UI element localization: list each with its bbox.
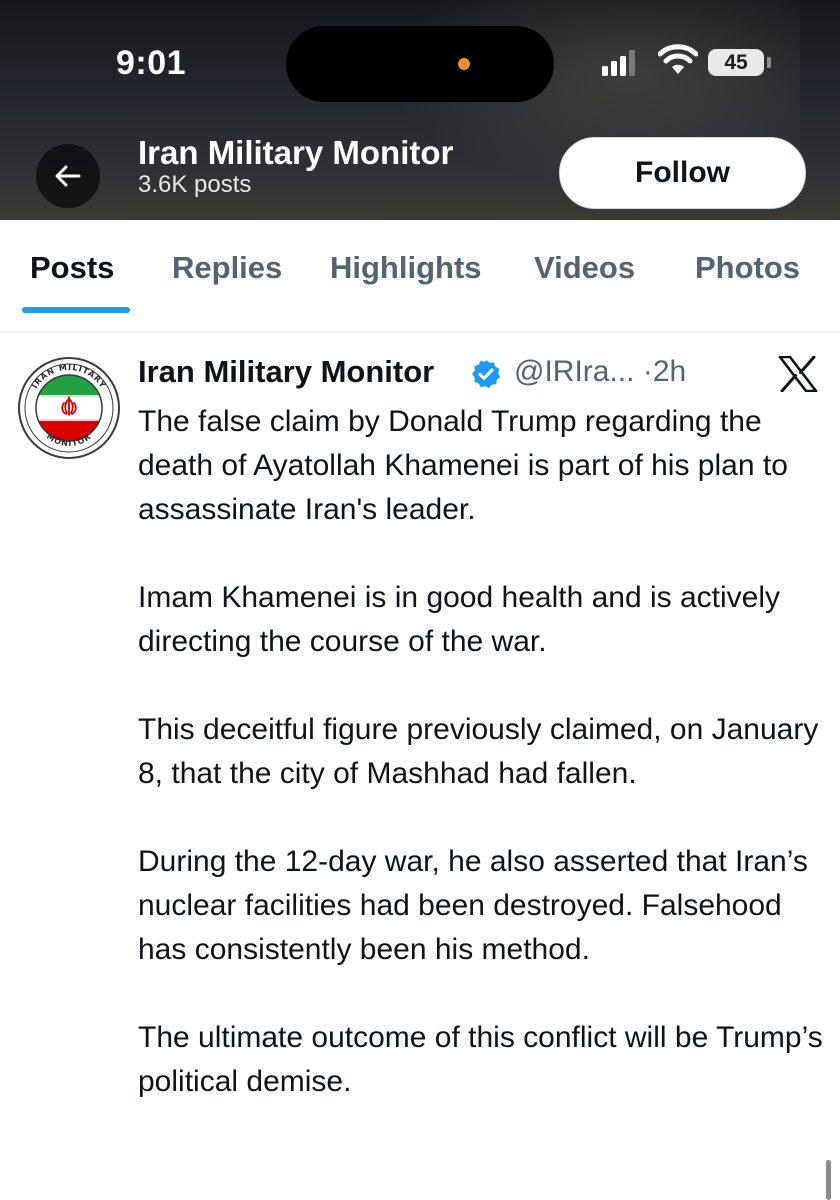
tab-highlights[interactable]: Highlights xyxy=(330,250,482,286)
back-button[interactable] xyxy=(36,144,100,208)
post-handle[interactable]: @IRIra... xyxy=(514,355,634,388)
battery-cap xyxy=(767,57,771,68)
profile-name: Iran Military Monitor xyxy=(138,134,454,171)
verified-badge-icon xyxy=(472,360,501,389)
camera-indicator-dot xyxy=(458,58,470,70)
dynamic-island xyxy=(286,26,554,102)
profile-header: 9:01 45 Iran Military Monitor 3.6K posts… xyxy=(0,0,840,220)
post-paragraph: Imam Khamenei is in good health and is a… xyxy=(138,581,781,658)
tab-photos[interactable]: Photos xyxy=(695,250,800,286)
post-paragraph: During the 12-day war, he also asserted … xyxy=(138,845,808,966)
post-header: Iran Military Monitor @IRIra... ·2h xyxy=(138,354,738,396)
post-paragraph: The false claim by Donald Trump regardin… xyxy=(138,405,788,526)
status-time: 9:01 xyxy=(116,44,187,82)
scrollbar[interactable] xyxy=(826,1160,831,1200)
wifi-icon xyxy=(658,44,698,74)
post-paragraph: This deceitful figure previously claimed… xyxy=(138,713,819,790)
x-logo-icon xyxy=(778,356,818,392)
active-tab-indicator xyxy=(22,307,130,313)
profile-tabs: Posts Replies Highlights Videos Photos xyxy=(0,220,840,333)
cellular-signal-icon xyxy=(602,50,636,76)
tab-posts[interactable]: Posts xyxy=(30,250,114,286)
post-body: The false claim by Donald Trump regardin… xyxy=(138,400,828,1148)
follow-button[interactable]: Follow xyxy=(559,137,806,209)
post-meta-separator: · xyxy=(642,355,653,388)
post-meta: @IRIra... ·2h xyxy=(514,355,686,389)
battery-indicator: 45 xyxy=(708,49,764,76)
avatar[interactable]: IRAN MILITARY MONITOR xyxy=(18,357,120,459)
post-time[interactable]: 2h xyxy=(653,355,686,388)
arrow-left-icon xyxy=(55,165,81,187)
posts-count: 3.6K posts xyxy=(138,171,252,198)
tab-replies[interactable]: Replies xyxy=(172,250,282,286)
battery-level: 45 xyxy=(724,51,748,74)
tabs-divider xyxy=(0,331,840,333)
tab-videos[interactable]: Videos xyxy=(534,250,635,286)
post-author-name[interactable]: Iran Military Monitor xyxy=(138,354,434,390)
post-paragraph: The ultimate outcome of this conflict wi… xyxy=(138,1021,823,1098)
